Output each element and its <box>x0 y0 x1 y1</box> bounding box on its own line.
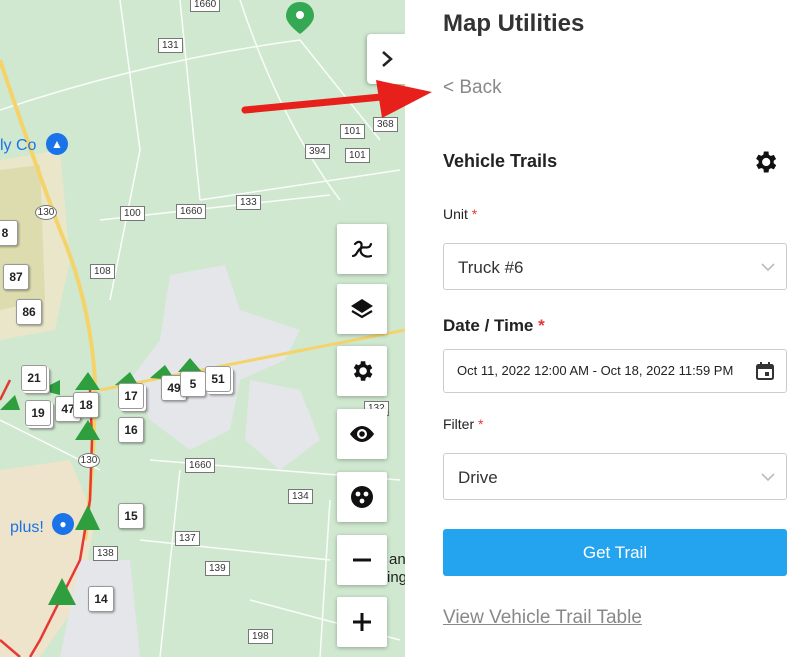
view-vehicle-trail-table-link[interactable]: View Vehicle Trail Table <box>443 607 642 629</box>
unit-label-text: Unit <box>443 206 468 222</box>
trail-marker[interactable]: 21 <box>21 365 47 391</box>
route-shield: 100 <box>120 206 145 221</box>
route-icon <box>351 240 373 258</box>
route-shield: 133 <box>236 195 261 210</box>
section-title: Vehicle Trails <box>443 151 558 171</box>
calendar-icon[interactable] <box>755 361 775 381</box>
route-circle-shield: 130 <box>35 205 57 220</box>
place-label-partial: ing <box>387 569 405 586</box>
eye-icon <box>350 426 374 442</box>
route-shield: 394 <box>305 144 330 159</box>
zoom-in-button[interactable] <box>337 597 387 647</box>
chevron-down-icon <box>761 473 775 482</box>
route-shield: 1660 <box>190 0 221 12</box>
route-shield: 108 <box>90 264 115 279</box>
route-shield: 101 <box>345 148 370 163</box>
required-marker: * <box>538 316 545 335</box>
route-shield: 139 <box>205 561 230 576</box>
trail-marker[interactable]: 8 <box>0 220 18 246</box>
gear-icon <box>756 151 777 173</box>
chevron-right-icon <box>382 51 393 67</box>
route-shield: 1660 <box>176 204 207 219</box>
route-shield: 137 <box>175 531 200 546</box>
collapse-panel-button[interactable] <box>367 34 405 84</box>
trail-marker[interactable]: 5 <box>180 371 206 397</box>
trail-marker[interactable]: 51 <box>205 366 231 392</box>
place-label-partial: an <box>389 551 405 568</box>
shopping-cart-icon[interactable]: ● <box>52 513 74 535</box>
zoom-in-icon <box>353 613 371 631</box>
route-shield: 368 <box>373 117 398 132</box>
unit-label: Unit * <box>443 206 477 222</box>
route-shield: 131 <box>158 38 183 53</box>
route-tool-button[interactable] <box>337 224 387 274</box>
zoom-out-button[interactable] <box>337 535 387 585</box>
trail-marker[interactable]: 14 <box>88 586 114 612</box>
date-range-input[interactable]: Oct 11, 2022 12:00 AM - Oct 18, 2022 11:… <box>443 349 787 393</box>
layers-button[interactable] <box>337 284 387 334</box>
shopping-bag-icon[interactable]: ▲ <box>46 133 68 155</box>
palette-button[interactable] <box>337 472 387 522</box>
trail-marker[interactable]: 19 <box>25 400 51 426</box>
route-shield: 101 <box>340 124 365 139</box>
date-time-label: Date / Time * <box>443 316 545 336</box>
filter-select-value: Drive <box>458 468 498 487</box>
chevron-down-icon <box>761 263 775 272</box>
date-time-label-text: Date / Time <box>443 316 534 335</box>
filter-label: Filter * <box>443 416 483 432</box>
filter-select[interactable]: Drive <box>443 453 787 500</box>
route-shield: 1660 <box>185 458 216 473</box>
get-trail-button[interactable]: Get Trail <box>443 529 787 576</box>
zoom-out-icon <box>353 558 371 562</box>
unit-select[interactable]: Truck #6 <box>443 243 787 290</box>
trail-marker[interactable]: 17 <box>118 383 144 409</box>
palette-icon <box>351 486 373 508</box>
map-settings-button[interactable] <box>337 346 387 396</box>
trail-marker[interactable]: 87 <box>3 264 29 290</box>
visibility-button[interactable] <box>337 409 387 459</box>
layers-icon <box>351 299 373 319</box>
required-marker: * <box>471 206 478 222</box>
route-shield: 198 <box>248 629 273 644</box>
trail-settings-button[interactable] <box>751 148 781 178</box>
trail-marker[interactable]: 86 <box>16 299 42 325</box>
route-shield: 134 <box>288 489 313 504</box>
back-link[interactable]: < Back <box>443 77 502 99</box>
map-view[interactable]: 1660 131 101 368 394 101 133 100 1660 10… <box>0 0 405 657</box>
place-label[interactable]: plus! <box>10 519 44 537</box>
place-label[interactable]: ly Co <box>0 137 36 155</box>
panel-title: Map Utilities <box>443 10 585 37</box>
route-circle-shield: 130 <box>78 453 100 468</box>
map-utilities-panel: Map Utilities < Back Vehicle Trails Unit… <box>405 0 803 657</box>
filter-label-text: Filter <box>443 416 475 432</box>
required-marker: * <box>478 416 484 432</box>
unit-select-value: Truck #6 <box>458 258 524 277</box>
gear-icon <box>353 361 373 381</box>
trail-marker[interactable]: 18 <box>73 392 99 418</box>
trail-marker[interactable]: 16 <box>118 417 144 443</box>
trail-marker[interactable]: 15 <box>118 503 144 529</box>
route-shield: 138 <box>93 546 118 561</box>
date-range-value: Oct 11, 2022 12:00 AM - Oct 18, 2022 11:… <box>457 363 734 378</box>
